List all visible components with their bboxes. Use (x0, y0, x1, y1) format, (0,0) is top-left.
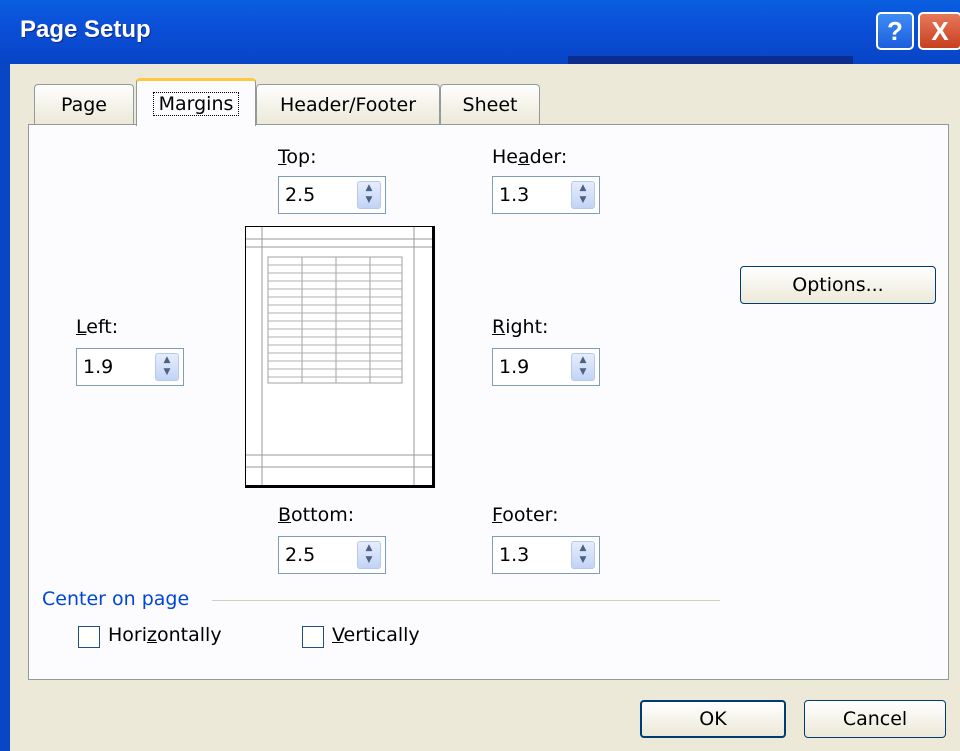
window-border (0, 64, 10, 751)
vertically-label[interactable]: Vertically (332, 624, 420, 646)
center-on-page-label: Center on page (42, 588, 190, 610)
tab-header-footer[interactable]: Header/Footer (256, 84, 440, 124)
tab-sheet[interactable]: Sheet (440, 84, 540, 124)
footer-label: Footer: (492, 504, 559, 526)
window-title: Page Setup (20, 16, 151, 43)
group-divider (212, 600, 720, 601)
page-preview-graphic (246, 227, 432, 485)
title-bar-strip (568, 56, 853, 64)
right-margin-value[interactable]: 1.9 (499, 356, 529, 378)
spin-arrows-icon[interactable]: ▲ ▼ (571, 181, 595, 209)
bottom-label: Bottom: (278, 504, 355, 526)
title-bar: Page Setup ? X (0, 0, 960, 64)
top-label-text: op: (286, 146, 317, 168)
tab-page-label: Page (61, 93, 107, 116)
spin-arrows-icon[interactable]: ▲ ▼ (357, 181, 381, 209)
spin-arrows-icon[interactable]: ▲ ▼ (571, 353, 595, 381)
tab-header-footer-label: Header/Footer (279, 93, 417, 116)
options-button-label: Options... (792, 274, 884, 296)
tab-margins-label: Margins (152, 91, 240, 116)
close-icon: X (931, 15, 949, 46)
tab-sheet-label: Sheet (462, 93, 518, 116)
left-margin-spinner[interactable]: 1.9 ▲ ▼ (76, 348, 184, 386)
top-margin-value[interactable]: 2.5 (285, 184, 315, 206)
footer-margin-spinner[interactable]: 1.3 ▲ ▼ (492, 536, 600, 574)
horizontally-label[interactable]: Horizontally (108, 624, 222, 646)
spin-arrows-icon[interactable]: ▲ ▼ (155, 353, 179, 381)
footer-margin-value[interactable]: 1.3 (499, 544, 529, 566)
tab-margins[interactable]: Margins (136, 78, 256, 126)
header-label: Header: (492, 146, 568, 168)
cancel-button[interactable]: Cancel (804, 700, 946, 738)
help-icon: ? (887, 15, 903, 46)
cancel-button-label: Cancel (842, 708, 908, 730)
close-button[interactable]: X (918, 12, 960, 50)
top-margin-spinner[interactable]: 2.5 ▲ ▼ (278, 176, 386, 214)
horizontally-checkbox[interactable] (78, 626, 100, 648)
options-button[interactable]: Options... (740, 266, 936, 304)
left-label: Left: (76, 316, 119, 338)
bottom-margin-spinner[interactable]: 2.5 ▲ ▼ (278, 536, 386, 574)
bottom-margin-value[interactable]: 2.5 (285, 544, 315, 566)
spin-arrows-icon[interactable]: ▲ ▼ (571, 541, 595, 569)
top-label: Top: (278, 146, 317, 168)
vertically-checkbox[interactable] (302, 626, 324, 648)
right-margin-spinner[interactable]: 1.9 ▲ ▼ (492, 348, 600, 386)
tab-page[interactable]: Page (34, 84, 134, 124)
ok-button-label: OK (699, 708, 727, 730)
help-button[interactable]: ? (876, 12, 914, 50)
header-margin-spinner[interactable]: 1.3 ▲ ▼ (492, 176, 600, 214)
header-margin-value[interactable]: 1.3 (499, 184, 529, 206)
left-margin-value[interactable]: 1.9 (83, 356, 113, 378)
page-preview (245, 226, 435, 488)
right-label: Right: (492, 316, 549, 338)
spin-arrows-icon[interactable]: ▲ ▼ (357, 541, 381, 569)
ok-button[interactable]: OK (640, 700, 786, 738)
